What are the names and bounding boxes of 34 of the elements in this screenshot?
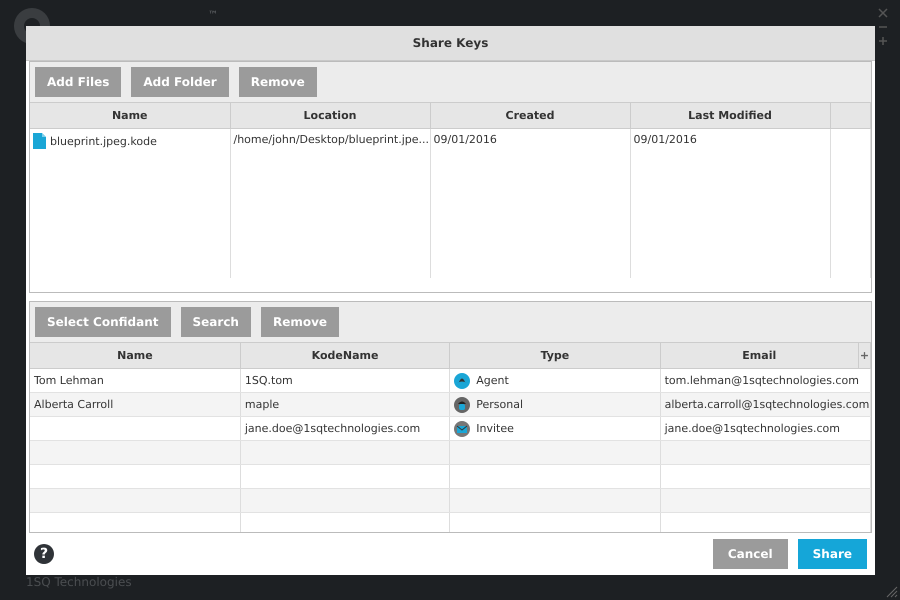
column-header[interactable]: Location <box>230 103 430 128</box>
column-header[interactable]: KodeName <box>240 343 450 368</box>
add-column-button[interactable]: + <box>858 343 870 368</box>
table-cell: blueprint.jpeg.kode <box>50 134 157 148</box>
table-cell: 1SQ.tom <box>244 374 293 387</box>
trademark: ™ <box>208 10 218 21</box>
table-cell: jane.doe@1sqtechnologies.com <box>664 422 840 435</box>
hat-icon <box>454 372 470 388</box>
person-icon <box>454 396 470 412</box>
column-header[interactable]: Email <box>660 343 858 368</box>
table-cell: Alberta Carroll <box>34 398 114 411</box>
column-header[interactable]: Name <box>30 343 240 368</box>
maximize-icon[interactable] <box>878 36 888 46</box>
column-header[interactable]: Last Modified <box>630 103 830 128</box>
close-icon[interactable] <box>878 8 888 18</box>
column-header[interactable]: Name <box>30 103 230 128</box>
table-cell: Agent <box>476 374 509 387</box>
column-header[interactable]: Type <box>450 343 660 368</box>
table-cell: 09/01/2016 <box>634 133 697 146</box>
table-cell: 09/01/2016 <box>434 133 497 146</box>
column-header[interactable]: Created <box>430 103 630 128</box>
resize-grip-icon[interactable] <box>884 584 898 598</box>
dialog-title: Share Keys <box>26 26 875 61</box>
table-cell: jane.doe@1sqtechnologies.com <box>244 422 420 435</box>
table-cell: Tom Lehman <box>34 374 104 387</box>
table-cell: Personal <box>476 398 523 411</box>
table-cell: /home/john/Desktop/blueprint.jpe... <box>234 133 430 146</box>
table-cell: Invitee <box>476 422 514 435</box>
table-cell: maple <box>244 398 280 411</box>
table-cell: tom.lehman@1sqtechnologies.com <box>664 374 859 387</box>
table-cell: alberta.carroll@1sqtechnologies.com <box>664 398 870 411</box>
envelope-icon <box>454 420 470 436</box>
help-button[interactable]: ? <box>34 544 54 564</box>
file-icon <box>33 133 46 149</box>
